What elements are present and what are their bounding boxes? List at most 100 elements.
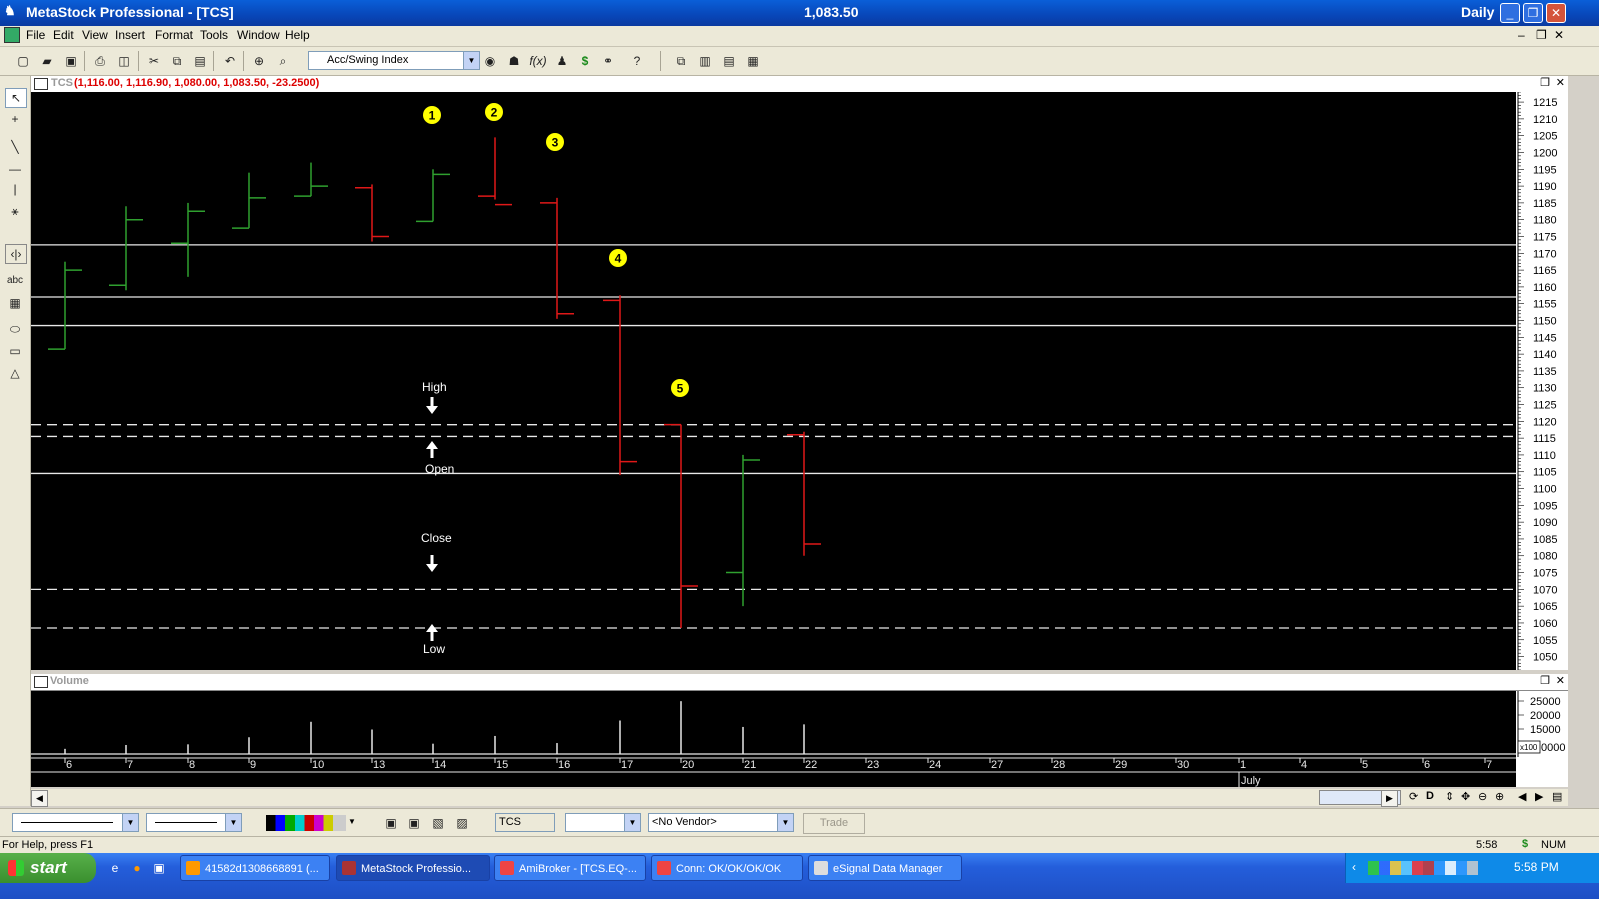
save-icon[interactable]: ▣ <box>62 52 80 70</box>
volume-chart[interactable] <box>31 691 1516 757</box>
color-palette[interactable] <box>266 815 346 831</box>
fibonacci-icon[interactable]: ⚹ <box>5 202 25 220</box>
menu-window[interactable]: Window <box>237 28 280 42</box>
show-desktop-icon[interactable]: ▣ <box>150 859 168 877</box>
menu-help[interactable]: Help <box>285 28 310 42</box>
explorer-icon[interactable]: ☗ <box>505 52 523 70</box>
zoom-in-icon[interactable]: ⊕ <box>1495 790 1504 803</box>
ie-icon[interactable]: e <box>106 859 124 877</box>
binoculars-icon[interactable]: ⚭ <box>599 52 617 70</box>
task-conn[interactable]: Conn: OK/OK/OK/OK <box>651 855 803 881</box>
task-browser[interactable]: 41582d1308668891 (... <box>180 855 330 881</box>
zoom-out-icon[interactable]: ⊖ <box>1478 790 1487 803</box>
fit-icon[interactable]: ▤ <box>1552 790 1562 803</box>
tile-vertical-icon[interactable]: ▥ <box>696 52 714 70</box>
refresh-icon[interactable]: ⟳ <box>1409 790 1418 803</box>
ohlc-bar <box>171 202 205 277</box>
volume-close-icon[interactable]: ✕ <box>1556 674 1565 687</box>
print-preview-icon[interactable]: ◫ <box>115 52 133 70</box>
next-icon[interactable]: ▶ <box>1535 790 1543 803</box>
exchange-select[interactable]: ▼ <box>565 813 641 832</box>
trade-button[interactable]: Trade <box>803 813 865 834</box>
tray-expand-icon[interactable]: ‹ <box>1352 860 1356 874</box>
system-tester-icon[interactable]: ♟ <box>553 52 571 70</box>
paste-icon[interactable]: ▤ <box>191 52 209 70</box>
context-help-icon[interactable]: ? <box>628 52 646 70</box>
cascade-icon[interactable]: ⧉ <box>672 52 690 70</box>
symbol-field[interactable]: TCS <box>495 813 555 832</box>
copy-icon[interactable]: ⧉ <box>168 52 186 70</box>
chevron-down-icon[interactable]: ▼ <box>777 814 793 831</box>
price-chart[interactable]: 1 2 3 4 5 High Open Close Low <box>31 92 1516 670</box>
palette-chevron-icon[interactable]: ▼ <box>348 817 356 826</box>
crosshair-tool-icon[interactable]: + <box>5 110 25 128</box>
dollar-icon[interactable]: $ <box>576 52 594 70</box>
ellipse-icon[interactable]: ⬭ <box>5 320 25 338</box>
task-esignal[interactable]: eSignal Data Manager <box>808 855 962 881</box>
expert-icon[interactable]: ◉ <box>481 52 499 70</box>
move-icon[interactable]: ✥ <box>1461 790 1470 803</box>
daily-period-icon[interactable]: D <box>1426 790 1434 802</box>
volume-pane-icon[interactable] <box>34 676 48 688</box>
bottom-tool-1-icon[interactable]: ▣ <box>382 814 400 832</box>
bottom-tool-3-icon[interactable]: ▧ <box>429 814 447 832</box>
chevron-down-icon[interactable]: ▼ <box>122 814 138 831</box>
vendor-select[interactable]: <No Vendor> ▼ <box>648 813 794 832</box>
mdi-close-icon[interactable]: ✕ <box>1554 28 1564 42</box>
menu-tools[interactable]: Tools <box>200 28 228 42</box>
tile-grid-icon[interactable]: ▦ <box>744 52 762 70</box>
print-icon[interactable]: ⎙ <box>91 52 109 70</box>
open-icon[interactable]: ▰ <box>38 52 56 70</box>
vertical-line-icon[interactable]: | <box>5 180 25 198</box>
menu-view[interactable]: View <box>82 28 108 42</box>
pane-maximize-icon[interactable]: ❐ <box>1540 76 1550 89</box>
indicator-select[interactable]: Acc/Swing Index ▼ <box>308 51 480 70</box>
scroll-right-icon[interactable]: ▶ <box>1381 790 1398 807</box>
formula-icon[interactable]: f(x) <box>529 52 547 70</box>
menu-insert[interactable]: Insert <box>115 28 145 42</box>
mdi-minimize-icon[interactable]: – <box>1518 28 1525 42</box>
y-tick-label: 1120 <box>1533 416 1557 428</box>
undo-icon[interactable]: ↶ <box>221 52 239 70</box>
menu-file[interactable]: File <box>26 28 45 42</box>
pane-close-icon[interactable]: ✕ <box>1556 76 1565 89</box>
triangle-icon[interactable]: △ <box>5 364 25 382</box>
prev-icon[interactable]: ◀ <box>1518 790 1526 803</box>
task-amibroker[interactable]: AmiBroker - [TCS.EQ-... <box>494 855 646 881</box>
start-button[interactable]: start <box>0 853 96 883</box>
tray-icons[interactable] <box>1368 861 1478 875</box>
horizontal-line-icon[interactable]: — <box>5 160 25 178</box>
close-icon[interactable]: ✕ <box>1546 3 1566 23</box>
rectangle-icon[interactable]: ▭ <box>5 342 25 360</box>
menu-edit[interactable]: Edit <box>53 28 74 42</box>
volume-maximize-icon[interactable]: ❐ <box>1540 674 1550 687</box>
chevron-down-icon[interactable]: ▼ <box>624 814 640 831</box>
crosshair-icon[interactable]: ⊕ <box>250 52 268 70</box>
line-weight-select[interactable]: ▼ <box>146 813 242 832</box>
trendline-icon[interactable]: ╲ <box>5 138 25 156</box>
line-style-select[interactable]: ▼ <box>12 813 139 832</box>
zoom-icon[interactable]: ⌕ <box>274 52 292 70</box>
doc-icon[interactable] <box>4 27 20 43</box>
menu-format[interactable]: Format <box>155 28 193 42</box>
grid-tool-icon[interactable]: ▦ <box>5 294 25 312</box>
chevron-down-icon[interactable]: ▼ <box>225 814 241 831</box>
bottom-tool-4-icon[interactable]: ▨ <box>453 814 471 832</box>
chevron-down-icon[interactable]: ▼ <box>463 52 479 69</box>
task-metastock[interactable]: MetaStock Professio... <box>336 855 490 881</box>
cut-icon[interactable]: ✂ <box>145 52 163 70</box>
minimize-icon[interactable]: _ <box>1500 3 1520 23</box>
new-icon[interactable]: ▢ <box>14 52 32 70</box>
pointer-icon[interactable]: ↖ <box>5 88 27 108</box>
bottom-tool-2-icon[interactable]: ▣ <box>405 814 423 832</box>
text-tool-icon[interactable]: abc <box>5 272 25 290</box>
tile-horizontal-icon[interactable]: ▤ <box>720 52 738 70</box>
restore-icon[interactable]: ❐ <box>1523 3 1543 23</box>
cycle-lines-icon[interactable]: ‹|› <box>5 244 27 264</box>
mdi-restore-icon[interactable]: ❐ <box>1536 28 1547 42</box>
pane-icon[interactable] <box>34 78 48 90</box>
y-tick-label: 1145 <box>1533 332 1557 344</box>
scroll-left-icon[interactable]: ◀ <box>31 790 48 807</box>
firefox-icon[interactable]: ● <box>128 859 146 877</box>
vertical-scale-icon[interactable]: ⇕ <box>1445 790 1454 803</box>
